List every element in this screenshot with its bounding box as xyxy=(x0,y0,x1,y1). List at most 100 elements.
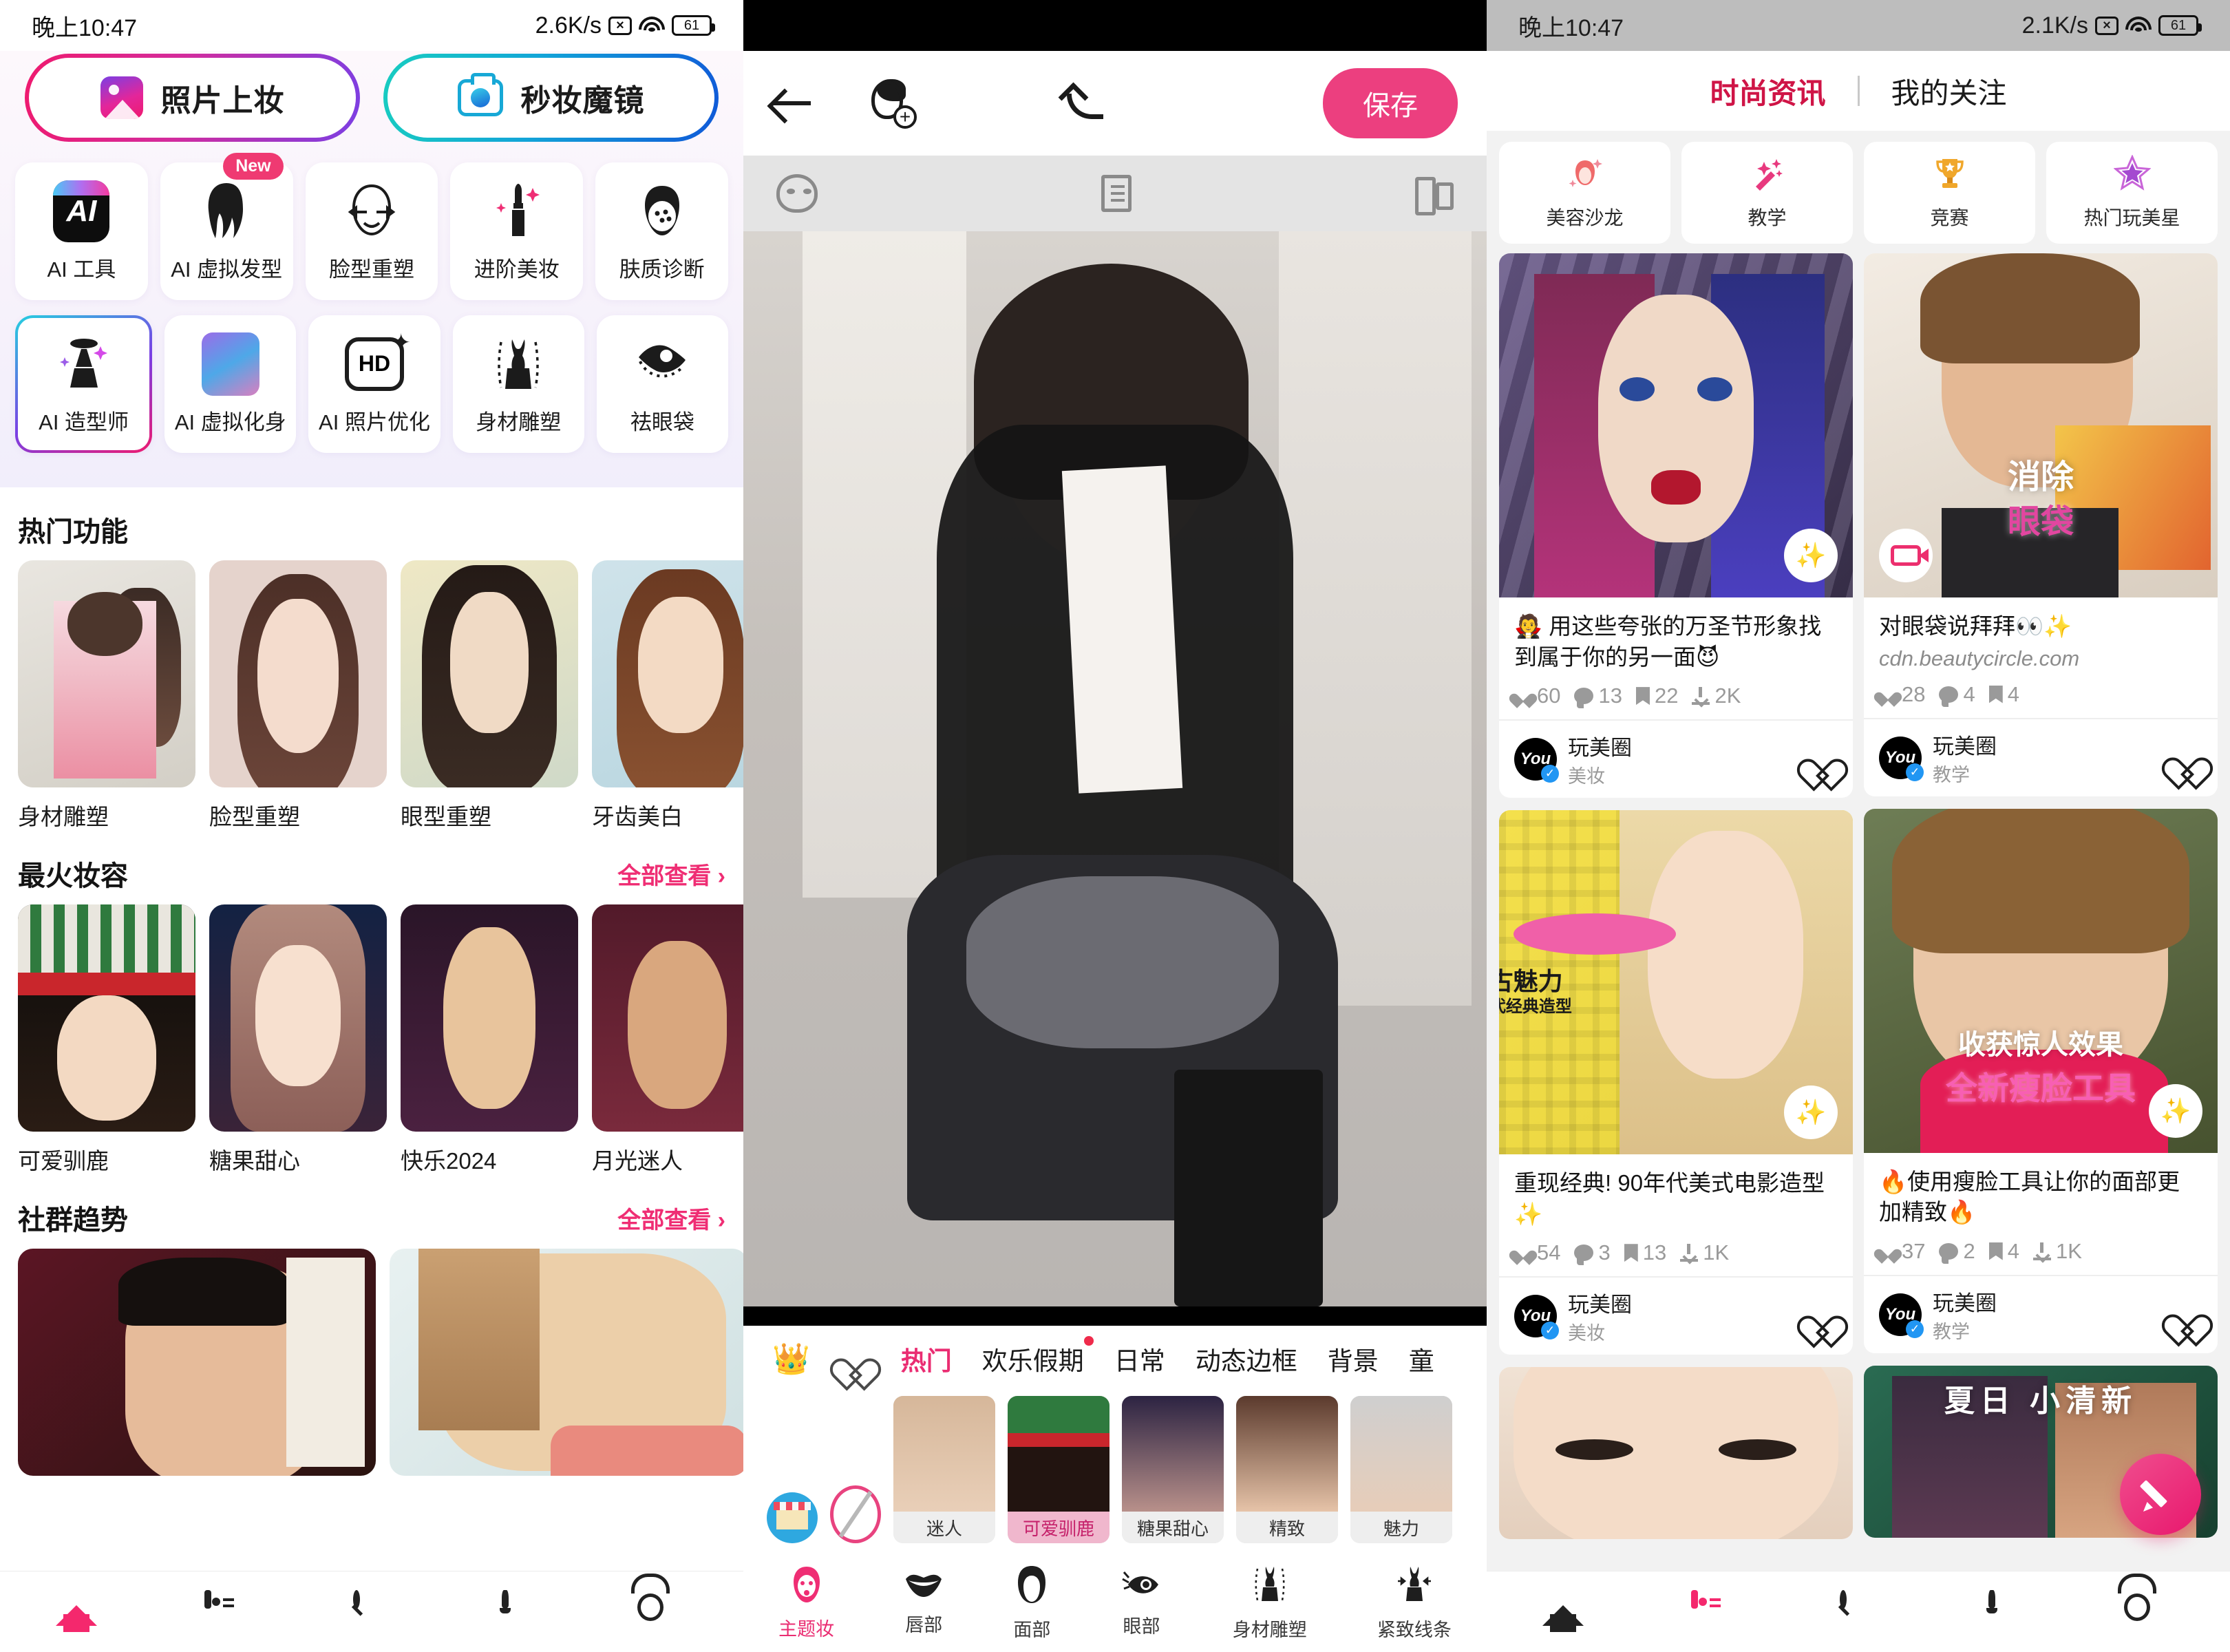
category-contest[interactable]: 竞赛 xyxy=(1864,142,2035,244)
makeup-card[interactable]: 可爱驯鹿 xyxy=(18,904,195,1176)
camera-mirror-button[interactable]: 秒妆魔镜 xyxy=(383,54,719,142)
app-skin-diagnosis[interactable]: 肤质诊断 xyxy=(595,162,728,300)
crown-icon[interactable]: 👑 xyxy=(772,1341,810,1377)
makeup-card[interactable]: 月光迷人 xyxy=(592,904,743,1176)
magic-wand-icon[interactable]: ✨ xyxy=(1784,1086,1838,1140)
video-icon[interactable] xyxy=(1879,529,1933,582)
magic-wand-icon[interactable]: ✨ xyxy=(2149,1083,2202,1138)
editor-nav-face[interactable]: 面部 xyxy=(1013,1565,1050,1642)
network-speed: 2.6K/s xyxy=(535,12,602,39)
editor-nav-slim-lines[interactable]: 紧致线条 xyxy=(1377,1565,1452,1642)
camera-mirror-label: 秒妆魔镜 xyxy=(520,84,645,118)
sticker-item[interactable]: 迷人 xyxy=(893,1396,995,1543)
community-card[interactable] xyxy=(390,1249,743,1476)
sticker-tab-holiday[interactable]: 欢乐假期 xyxy=(982,1336,1094,1377)
see-all-link[interactable]: 全部查看 › xyxy=(617,1201,725,1235)
no-effect-icon[interactable] xyxy=(830,1485,881,1543)
sticker-item[interactable]: 可爱驯鹿 xyxy=(1008,1396,1109,1543)
editor-nav-theme-makeup[interactable]: 主题妆 xyxy=(778,1565,834,1641)
feature-card[interactable]: 脸型重塑 xyxy=(209,560,387,832)
back-arrow-icon[interactable] xyxy=(772,87,812,120)
sticker-item[interactable]: 精致 xyxy=(1236,1396,1338,1543)
document-icon[interactable] xyxy=(1101,175,1132,212)
tab-home[interactable] xyxy=(1542,1593,1584,1631)
section-header: 热门功能 xyxy=(18,497,725,560)
avatar[interactable]: You ✓ xyxy=(1879,1293,1924,1338)
save-button[interactable]: 保存 xyxy=(1323,68,1458,138)
editor-nav-body-sculpt[interactable]: 身材雕塑 xyxy=(1233,1565,1307,1642)
sticker-tab-background[interactable]: 背景 xyxy=(1328,1340,1379,1377)
sticker-item[interactable]: 糖果甜心 xyxy=(1122,1396,1224,1543)
post-card[interactable]: 收获惊人效果 全新瘦脸工具 ✨ 🔥使用瘦脸工具让你的面部更加精致🔥 37 2 4… xyxy=(1864,808,2218,1353)
tab-feed[interactable] xyxy=(204,1589,242,1631)
like-button[interactable] xyxy=(2172,744,2202,772)
post-card[interactable]: 复古魅力 90年代经典造型 ✨ 重现经典! 90年代美式电影造型✨ 54 3 1… xyxy=(1499,810,1853,1355)
tab-fashion-news[interactable]: 时尚资讯 xyxy=(1678,70,1857,112)
sticker-tab-child[interactable]: 童 xyxy=(1409,1340,1434,1377)
sticker-tab-daily[interactable]: 日常 xyxy=(1114,1340,1165,1377)
photo-makeup-button[interactable]: 照片上妆 xyxy=(25,54,360,142)
add-face-icon[interactable]: + xyxy=(867,79,917,129)
save-count: 13 xyxy=(1642,1240,1667,1265)
app-body-sculpt[interactable]: 身材雕塑 xyxy=(452,315,584,453)
tab-profile[interactable] xyxy=(2137,1593,2174,1631)
editor-nav-eye[interactable]: 眼部 xyxy=(1121,1568,1162,1638)
compose-fab[interactable] xyxy=(2120,1454,2201,1535)
sticker-thumb xyxy=(1008,1396,1109,1512)
tab-notifications[interactable] xyxy=(502,1589,539,1631)
tab-my-follows[interactable]: 我的关注 xyxy=(1860,70,2039,112)
app-ai-tools[interactable]: AI AI 工具 xyxy=(15,162,148,300)
like-button[interactable] xyxy=(1807,1302,1838,1330)
tab-search[interactable] xyxy=(353,1589,390,1631)
feature-card[interactable]: 眼型重塑 xyxy=(401,560,578,832)
image-overlay-top: 消除 xyxy=(2007,459,2074,496)
category-tutorial[interactable]: 教学 xyxy=(1681,142,1853,244)
section-title: 社群趋势 xyxy=(18,1205,128,1236)
tab-feed[interactable] xyxy=(1691,1589,1728,1631)
avatar[interactable]: You ✓ xyxy=(1879,736,1924,781)
sticker-item[interactable]: 魅力 xyxy=(1350,1396,1452,1543)
tab-profile[interactable] xyxy=(650,1593,688,1631)
favorites-heart-icon[interactable] xyxy=(840,1345,871,1373)
editor-nav-lips[interactable]: 唇部 xyxy=(904,1569,943,1637)
sticker-label: 魅力 xyxy=(1350,1512,1452,1543)
feature-card[interactable]: 牙齿美白 xyxy=(592,560,743,832)
category-hot-star[interactable]: 热门玩美星 xyxy=(2046,142,2218,244)
sticker-store-icon[interactable] xyxy=(767,1492,818,1543)
sticker-tab-hot[interactable]: 热门 xyxy=(901,1340,952,1377)
hot-makeup-row: 可爱驯鹿 糖果甜心 快乐2024 月光迷人 xyxy=(18,904,743,1176)
see-all-link[interactable]: 全部查看 › xyxy=(617,857,725,891)
tab-notifications[interactable] xyxy=(1988,1589,2026,1631)
makeup-card[interactable]: 糖果甜心 xyxy=(209,904,387,1176)
magic-wand-icon[interactable]: ✨ xyxy=(1784,529,1838,582)
sticker-tab-frames[interactable]: 动态边框 xyxy=(1196,1340,1297,1377)
sticker-label: 糖果甜心 xyxy=(1122,1512,1224,1543)
post-card[interactable]: 消除 眼袋 对眼袋说拜拜👀✨ cdn.beautycircle.com 28 4… xyxy=(1864,253,2218,796)
editor-canvas[interactable] xyxy=(743,231,1487,1306)
app-ai-photo-enhance[interactable]: HD ✦ AI 照片优化 xyxy=(308,315,440,453)
like-button[interactable] xyxy=(1807,745,1838,773)
post-card[interactable] xyxy=(1499,1367,1853,1540)
app-ai-stylist[interactable]: AI 造型师 xyxy=(15,315,152,453)
hot-features-row: 身材雕塑 脸型重塑 眼型重塑 牙齿美白 xyxy=(18,560,743,832)
face-mask-icon[interactable] xyxy=(776,174,818,213)
app-ai-hairstyle[interactable]: New AI 虚拟发型 xyxy=(160,153,293,300)
app-eyebag-remove[interactable]: 祛眼袋 xyxy=(596,315,729,453)
app-face-reshape[interactable]: 脸型重塑 xyxy=(305,162,438,300)
tab-search[interactable] xyxy=(1840,1589,1877,1631)
feed-column-left: ✨ 🧛 用这些夸张的万圣节形象找到属于你的另一面😈 60 13 22 2K Yo… xyxy=(1499,253,1853,1540)
avatar[interactable]: You ✓ xyxy=(1514,738,1559,783)
app-advanced-makeup[interactable]: 进阶美妆 xyxy=(450,162,584,300)
post-card[interactable]: ✨ 🧛 用这些夸张的万圣节形象找到属于你的另一面😈 60 13 22 2K Yo… xyxy=(1499,253,1853,798)
avatar[interactable]: You ✓ xyxy=(1514,1295,1559,1340)
redo-icon[interactable] xyxy=(1133,84,1177,123)
undo-icon[interactable] xyxy=(1061,84,1105,123)
like-button[interactable] xyxy=(2172,1301,2202,1328)
category-beauty-salon[interactable]: 美容沙龙 xyxy=(1499,142,1670,244)
community-card[interactable] xyxy=(18,1249,376,1476)
makeup-card[interactable]: 快乐2024 xyxy=(401,904,578,1176)
feature-card[interactable]: 身材雕塑 xyxy=(18,560,195,832)
compare-icon[interactable] xyxy=(1415,174,1454,215)
tab-home[interactable] xyxy=(56,1593,97,1631)
app-ai-avatar[interactable]: AI 虚拟化身 xyxy=(164,315,297,453)
